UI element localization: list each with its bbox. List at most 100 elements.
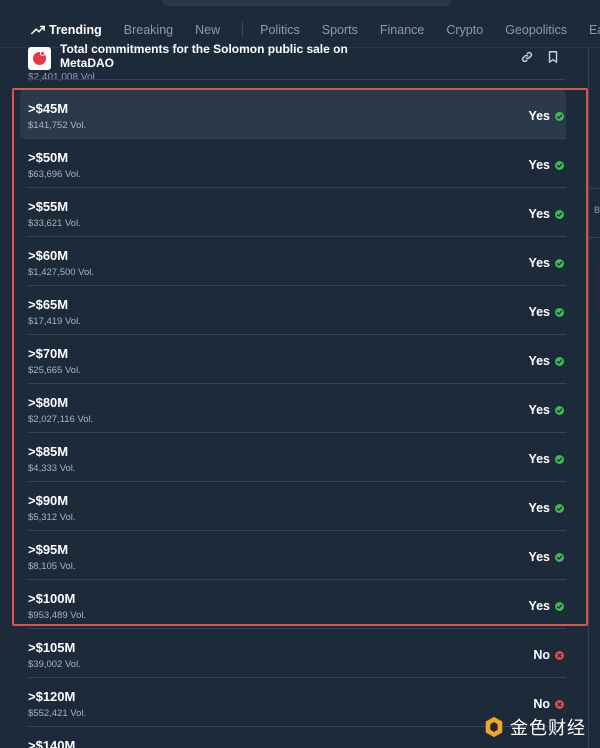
outcome-volume: $33,621 Vol. (28, 218, 81, 229)
check-icon (555, 356, 564, 366)
nav-item-label: Earnings (589, 23, 600, 37)
outcome-result: Yes (528, 256, 564, 270)
jinse-logo-icon (485, 716, 503, 738)
outcome-result: Yes (528, 452, 564, 466)
outcome-list: >$45M $141,752 Vol. Yes >$50M $63,696 Vol. Ye… (0, 90, 600, 748)
nav-item-sports[interactable]: Sports (322, 20, 358, 40)
outcome-volume: $5,312 Vol. (28, 512, 76, 523)
result-text: Yes (528, 354, 550, 368)
outcome-result: No (533, 648, 564, 662)
result-text: Yes (528, 599, 550, 613)
check-icon (555, 209, 564, 219)
outcome-label: >$45M (28, 101, 69, 116)
outcome-label: >$120M (28, 689, 76, 704)
link-icon[interactable] (520, 50, 534, 64)
outcome-label: >$50M (28, 150, 69, 165)
outcome-volume: $552,421 Vol. (28, 708, 87, 719)
outcome-label: >$55M (28, 199, 69, 214)
partial-volume: $2,401,008 Vol. (28, 72, 98, 83)
result-text: Yes (528, 305, 550, 319)
nav-item-label: Geopolitics (505, 23, 568, 37)
watermark-text: 金色财经 (510, 718, 586, 738)
outcome-result: Yes (528, 207, 564, 221)
x-icon (555, 650, 564, 660)
x-icon (555, 699, 564, 709)
outcome-result: Yes (528, 354, 564, 368)
outcome-label: >$105M (28, 640, 76, 655)
result-text: Yes (528, 207, 550, 221)
outcome-result: Yes (528, 109, 564, 123)
outcome-row[interactable]: >$65M $17,419 Vol. Yes (20, 286, 566, 335)
nav-divider (242, 22, 244, 38)
nav-item-crypto[interactable]: Crypto (446, 20, 483, 40)
outcome-label: >$140M (28, 738, 76, 748)
outcome-volume: $17,419 Vol. (28, 316, 81, 327)
outcome-row[interactable]: >$85M $4,333 Vol. Yes (20, 433, 566, 482)
check-icon (555, 111, 564, 121)
nav-item-label: Breaking (123, 23, 174, 37)
result-text: Yes (528, 403, 550, 417)
outcome-result: Yes (528, 599, 564, 613)
outcome-row[interactable]: >$100M $953,489 Vol. Yes (20, 580, 566, 629)
nav-item-new[interactable]: New (195, 20, 220, 40)
result-text: No (533, 697, 550, 711)
outcome-row[interactable]: >$95M $8,105 Vol. Yes (20, 531, 566, 580)
nav-item-breaking[interactable]: Breaking (124, 20, 173, 40)
outcome-row[interactable]: >$105M $39,002 Vol. No (20, 629, 566, 678)
outcome-volume: $1,427,500 Vol. (28, 267, 95, 278)
nav-item-label: Finance (379, 23, 425, 37)
nav-item-label: Sports (321, 23, 358, 37)
nav-item-label: Trending (49, 23, 102, 37)
outcome-volume: $953,489 Vol. (28, 610, 87, 621)
nav-item-finance[interactable]: Finance (380, 20, 424, 40)
check-icon (555, 503, 564, 513)
outcome-label: >$80M (28, 395, 69, 410)
trending-icon (31, 25, 45, 35)
outcome-result: Yes (528, 550, 564, 564)
outcome-volume: $39,002 Vol. (28, 659, 81, 670)
nav-item-politics[interactable]: Politics (260, 20, 300, 40)
outcome-label: >$95M (28, 542, 69, 557)
nav-item-trending[interactable]: Trending (0, 20, 102, 40)
nav-item-geopolitics[interactable]: Geopolitics (505, 20, 567, 40)
result-text: No (533, 648, 550, 662)
nav-item-earnings[interactable]: Earnings (589, 20, 600, 40)
outcome-label: >$100M (28, 591, 76, 606)
divider (28, 79, 565, 80)
result-text: Yes (528, 501, 550, 515)
outcome-volume: $63,696 Vol. (28, 169, 81, 180)
search-bar-edge[interactable] (162, 0, 452, 6)
page: Trending Breaking New Politics Sports Finance… (0, 0, 600, 748)
outcome-label: >$60M (28, 248, 69, 263)
category-nav: Trending Breaking New Politics Sports Finance… (0, 20, 600, 40)
market-logo (28, 47, 51, 70)
check-icon (555, 454, 564, 464)
watermark: 金色财经 (483, 714, 586, 740)
nav-item-label: New (195, 23, 221, 37)
outcome-volume: $2,027,116 Vol. (28, 414, 94, 425)
outcome-result: No (533, 697, 564, 711)
outcome-row[interactable]: >$80M $2,027,116 Vol. Yes (20, 384, 566, 433)
outcome-row[interactable]: >$70M $25,665 Vol. Yes (20, 335, 566, 384)
nav-item-label: Crypto (446, 23, 484, 37)
check-icon (555, 307, 564, 317)
check-icon (555, 601, 564, 611)
result-text: Yes (528, 550, 550, 564)
result-text: Yes (528, 109, 550, 123)
outcome-row[interactable]: >$90M $5,312 Vol. Yes (20, 482, 566, 531)
bookmark-icon[interactable] (546, 50, 560, 64)
outcome-label: >$70M (28, 346, 69, 361)
outcome-row[interactable]: >$60M $1,427,500 Vol. Yes (20, 237, 566, 286)
outcome-result: Yes (528, 501, 564, 515)
result-text: Yes (528, 452, 550, 466)
check-icon (555, 552, 564, 562)
outcome-result: Yes (528, 158, 564, 172)
outcome-row[interactable]: >$45M $141,752 Vol. Yes (20, 90, 566, 139)
outcome-result: Yes (528, 403, 564, 417)
outcome-row[interactable]: >$50M $63,696 Vol. Yes (20, 139, 566, 188)
outcome-label: >$85M (28, 444, 69, 459)
check-icon (555, 258, 564, 268)
outcome-result: Yes (528, 305, 564, 319)
outcome-row[interactable]: >$55M $33,621 Vol. Yes (20, 188, 566, 237)
nav-item-label: Politics (260, 23, 300, 37)
